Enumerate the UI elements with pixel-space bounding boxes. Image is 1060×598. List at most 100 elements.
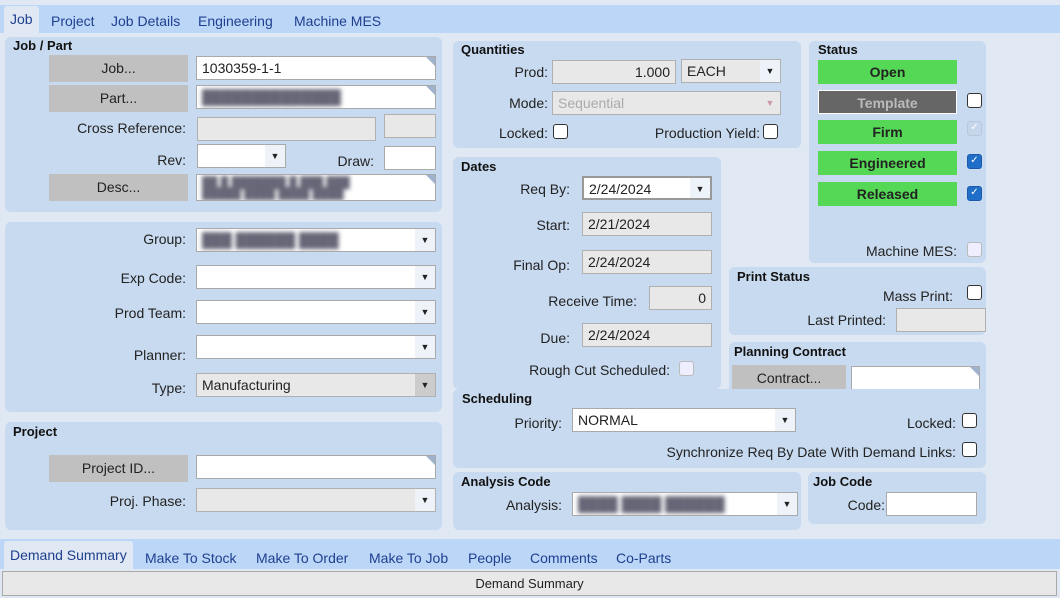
production-yield-checkbox[interactable] bbox=[763, 124, 778, 139]
start-date-input: 2/21/2024 bbox=[582, 212, 712, 236]
code-input[interactable] bbox=[886, 492, 977, 516]
prod-quantity-input[interactable]: 1.000 bbox=[552, 60, 676, 84]
req-by-date-picker[interactable]: 2/24/2024 ▼ bbox=[582, 176, 712, 200]
exp-code-label: Exp Code: bbox=[120, 270, 186, 286]
project-id-input[interactable] bbox=[196, 455, 436, 479]
tab-engineering[interactable]: Engineering bbox=[198, 13, 273, 29]
tab-job-details[interactable]: Job Details bbox=[111, 13, 180, 29]
project-phase-select[interactable]: ▼ bbox=[196, 488, 436, 512]
planning-contract-title: Planning Contract bbox=[734, 344, 846, 359]
rough-cut-label: Rough Cut Scheduled: bbox=[529, 362, 670, 378]
sync-req-by-label: Synchronize Req By Date With Demand Link… bbox=[666, 444, 956, 460]
rev-select[interactable]: ▼ bbox=[197, 144, 286, 168]
final-op-label: Final Op: bbox=[513, 257, 570, 273]
locked-checkbox[interactable] bbox=[553, 124, 568, 139]
engineered-checkbox[interactable]: ✓ bbox=[967, 154, 982, 169]
prod-label: Prod: bbox=[514, 64, 548, 80]
analysis-select[interactable]: ████ ████ ██████ ▼ bbox=[572, 492, 798, 516]
mass-print-checkbox[interactable] bbox=[967, 285, 982, 300]
tab-demand-summary[interactable]: Demand Summary bbox=[4, 541, 133, 571]
chevron-down-icon: ▼ bbox=[415, 489, 435, 511]
cross-reference-input bbox=[197, 117, 376, 141]
receive-time-label: Receive Time: bbox=[548, 293, 637, 309]
planner-label: Planner: bbox=[133, 347, 186, 363]
status-open-button[interactable]: Open bbox=[818, 60, 957, 84]
mode-value: Sequential bbox=[558, 95, 625, 111]
exp-code-select[interactable]: ▼ bbox=[196, 265, 436, 289]
released-checkbox[interactable]: ✓ bbox=[967, 186, 982, 201]
quantities-title: Quantities bbox=[461, 42, 525, 57]
production-yield-label: Production Yield: bbox=[654, 125, 760, 141]
print-status-title: Print Status bbox=[737, 269, 810, 284]
sync-req-by-checkbox[interactable] bbox=[962, 442, 977, 457]
tab-co-parts[interactable]: Co-Parts bbox=[616, 550, 671, 566]
tab-job[interactable]: Job bbox=[4, 6, 39, 34]
demand-summary-header: Demand Summary bbox=[2, 571, 1057, 596]
firm-checkbox: ✓ bbox=[967, 121, 982, 136]
type-value: Manufacturing bbox=[202, 377, 291, 393]
scheduling-title: Scheduling bbox=[462, 391, 533, 406]
template-checkbox[interactable] bbox=[967, 93, 982, 108]
machine-mes-checkbox bbox=[967, 242, 982, 257]
chevron-down-icon: ▼ bbox=[265, 145, 285, 167]
start-label: Start: bbox=[536, 217, 570, 233]
project-id-button[interactable]: Project ID... bbox=[49, 455, 188, 482]
contract-input[interactable] bbox=[851, 366, 980, 390]
dates-title: Dates bbox=[461, 159, 497, 174]
uom-select[interactable]: EACH ▼ bbox=[681, 59, 781, 83]
type-label: Type: bbox=[151, 380, 186, 396]
planner-select[interactable]: ▼ bbox=[196, 335, 436, 359]
status-firm-button[interactable]: Firm bbox=[818, 120, 957, 144]
type-select[interactable]: Manufacturing ▼ bbox=[196, 373, 436, 397]
tab-people[interactable]: People bbox=[468, 550, 512, 566]
rough-cut-checkbox bbox=[679, 361, 694, 376]
group-label: Group: bbox=[143, 231, 186, 247]
chevron-down-icon: ▼ bbox=[415, 266, 435, 288]
tab-project[interactable]: Project bbox=[51, 13, 95, 29]
chevron-down-icon: ▼ bbox=[775, 409, 795, 431]
chevron-down-icon: ▼ bbox=[415, 336, 435, 358]
scheduling-locked-label: Locked: bbox=[906, 415, 956, 431]
project-phase-label: Proj. Phase: bbox=[109, 493, 186, 509]
code-label: Code: bbox=[847, 497, 885, 513]
tab-machine-mes[interactable]: Machine MES bbox=[294, 13, 381, 29]
tab-make-to-order[interactable]: Make To Order bbox=[256, 550, 348, 566]
chevron-down-icon: ▼ bbox=[765, 98, 775, 108]
tab-comments[interactable]: Comments bbox=[530, 550, 598, 566]
chevron-down-icon: ▼ bbox=[690, 178, 710, 198]
tab-make-to-stock[interactable]: Make To Stock bbox=[145, 550, 237, 566]
desc-button[interactable]: Desc... bbox=[49, 174, 188, 201]
priority-select[interactable]: NORMAL ▼ bbox=[572, 408, 796, 432]
status-template-button[interactable]: Template bbox=[818, 90, 957, 114]
req-by-label: Req By: bbox=[520, 181, 570, 197]
draw-label: Draw: bbox=[337, 153, 374, 169]
tab-make-to-job[interactable]: Make To Job bbox=[369, 550, 448, 566]
locked-label: Locked: bbox=[498, 125, 548, 141]
group-select[interactable]: ███ ██████ ████ ▼ bbox=[196, 228, 436, 252]
due-label: Due: bbox=[540, 330, 570, 346]
job-code-title: Job Code bbox=[813, 474, 873, 489]
analysis-label: Analysis: bbox=[505, 497, 562, 513]
mass-print-label: Mass Print: bbox=[882, 288, 953, 304]
mode-select: Sequential ▼ bbox=[552, 91, 781, 115]
cross-reference-label: Cross Reference: bbox=[77, 120, 186, 136]
part-button[interactable]: Part... bbox=[49, 85, 188, 112]
uom-value: EACH bbox=[687, 63, 726, 79]
job-button[interactable]: Job... bbox=[49, 55, 188, 82]
final-op-date-input: 2/24/2024 bbox=[582, 250, 712, 274]
part-input[interactable]: ██████████████ bbox=[196, 85, 436, 109]
status-engineered-button[interactable]: Engineered bbox=[818, 151, 957, 175]
prod-team-select[interactable]: ▼ bbox=[196, 300, 436, 324]
mode-label: Mode: bbox=[509, 95, 548, 111]
description-input[interactable]: ██ █ ███████ █ ███ ███ █████ ████ ████ ██… bbox=[196, 174, 436, 201]
cross-reference-extra bbox=[384, 114, 436, 138]
receive-time-input: 0 bbox=[649, 286, 712, 310]
job-input[interactable]: 1030359-1-1 bbox=[196, 56, 436, 80]
last-printed-label: Last Printed: bbox=[807, 312, 886, 328]
contract-button[interactable]: Contract... bbox=[732, 365, 846, 392]
draw-input[interactable] bbox=[384, 146, 436, 170]
priority-label: Priority: bbox=[514, 415, 562, 431]
status-released-button[interactable]: Released bbox=[818, 182, 957, 206]
prod-team-label: Prod Team: bbox=[114, 305, 186, 321]
scheduling-locked-checkbox[interactable] bbox=[962, 413, 977, 428]
